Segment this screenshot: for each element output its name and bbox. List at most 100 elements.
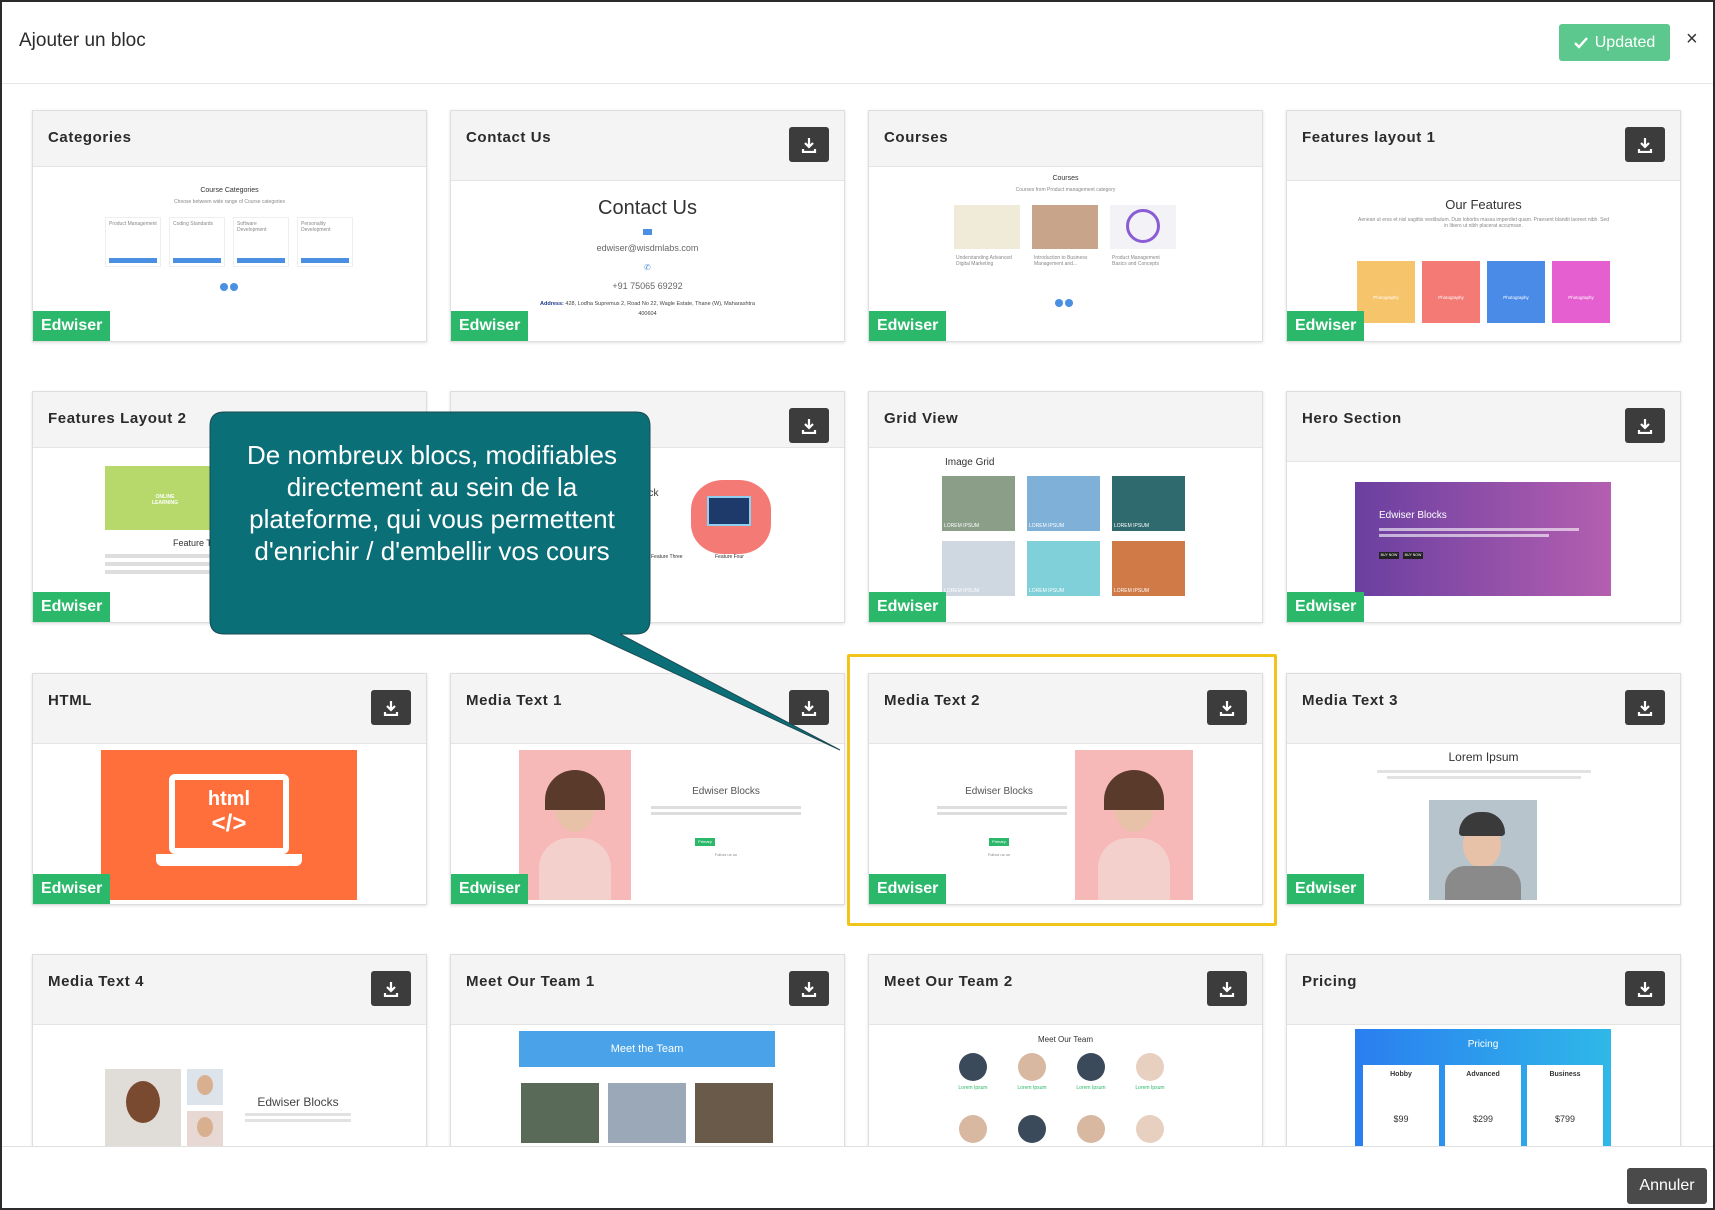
card-title: Grid View (884, 410, 959, 427)
text-line (1377, 770, 1591, 773)
preview-heading: Image Grid (945, 457, 995, 468)
plan-card: Advanced $299 (1445, 1065, 1521, 1146)
grid-image: LOREM IPSUM (942, 476, 1015, 531)
portrait-image (187, 1111, 223, 1146)
download-button[interactable] (1625, 971, 1665, 1006)
card-header: HTML (33, 674, 426, 744)
phone-icon: ✆ (644, 263, 651, 272)
download-button[interactable] (789, 127, 829, 162)
team-avatar (1136, 1053, 1164, 1081)
course-image (1032, 205, 1098, 249)
close-icon[interactable]: × (1686, 28, 1698, 51)
preview-subheading: Aenean ut eros et nisl sagittis vestibul… (1358, 217, 1609, 229)
block-card-courses[interactable]: Courses Courses Courses from Product man… (868, 110, 1263, 342)
preview-illustration (691, 480, 771, 554)
card-header: Media Text 1 (451, 674, 844, 744)
card-title: Hero Section (1302, 410, 1402, 427)
card-header: Courses (869, 111, 1262, 167)
block-card-features-layout-1[interactable]: Features layout 1 Our Features Aenean ut… (1286, 110, 1681, 342)
card-title: Courses (884, 129, 949, 146)
download-button[interactable] (789, 971, 829, 1006)
feature-tile: Photography (1487, 261, 1545, 323)
member-name: Lorem Ipsum (1076, 1085, 1106, 1091)
download-icon (383, 700, 399, 716)
preview-heading: Edwiser Blocks (257, 1095, 339, 1109)
download-button[interactable] (789, 690, 829, 725)
block-card-media-text-1[interactable]: Media Text 1 Edwiser Blocks Primary Foll… (450, 673, 845, 905)
mail-icon (643, 229, 652, 235)
edwiser-badge: Edwiser (1287, 592, 1365, 622)
plan-card: Business $799 (1527, 1065, 1603, 1146)
cancel-button[interactable]: Annuler (1627, 1168, 1707, 1204)
block-preview: Edwiser Blocks (33, 1025, 426, 1146)
download-icon (801, 418, 817, 434)
feature-tile: Photography (1422, 261, 1480, 323)
modal-header: Ajouter un bloc Updated × (2, 2, 1713, 84)
edwiser-badge: Edwiser (1287, 874, 1365, 904)
hero-button: BUY NOW (1379, 552, 1399, 559)
block-card-hero-section[interactable]: Hero Section Edwiser Blocks BUY NOW BUY … (1286, 391, 1681, 623)
laptop-base (156, 854, 302, 866)
card-title: Contact Us (466, 129, 552, 146)
card-header: Media Text 3 (1287, 674, 1680, 744)
download-icon (383, 981, 399, 997)
member-name: Lorem Ipsum (1017, 1085, 1047, 1091)
grid-image: LOREM IPSUM (1027, 541, 1100, 596)
block-card-pricing[interactable]: Pricing Pricing Hobby $99 Advanced $299 … (1286, 954, 1681, 1146)
team-photo (608, 1083, 686, 1143)
text-line (651, 812, 801, 815)
download-button[interactable] (371, 690, 411, 725)
carousel-dot (1065, 299, 1073, 307)
block-card-grid-view[interactable]: Grid View Image Grid LOREM IPSUM LOREM I… (868, 391, 1263, 623)
preview-heading: Course Categories (200, 187, 259, 194)
text-line (1387, 776, 1581, 779)
download-button[interactable] (1207, 971, 1247, 1006)
preview-heading: Pricing (1467, 1039, 1499, 1050)
download-button[interactable] (1625, 408, 1665, 443)
block-card-categories[interactable]: Categories Course Categories Choose betw… (32, 110, 427, 342)
download-button[interactable] (371, 971, 411, 1006)
block-card-media-text-3[interactable]: Media Text 3 Lorem Ipsum Edwiser (1286, 673, 1681, 905)
team-avatar (1136, 1115, 1164, 1143)
text-line (105, 570, 225, 574)
team-avatar (1018, 1115, 1046, 1143)
preview-heading: Edwiser Blocks (1379, 510, 1447, 521)
feature-tile: Photography (1357, 261, 1415, 323)
text-line (105, 562, 225, 566)
block-card-meet-our-team-2[interactable]: Meet Our Team 2 Meet Our Team Lorem Ipsu… (868, 954, 1263, 1146)
grid-image: LOREM IPSUM (1027, 476, 1100, 531)
updated-button[interactable]: Updated (1559, 24, 1670, 61)
text-line (245, 1113, 351, 1116)
preview-email: edwiser@wisdmlabs.com (596, 243, 699, 253)
download-icon (801, 981, 817, 997)
card-header: Hero Section (1287, 392, 1680, 462)
edwiser-badge: Edwiser (869, 592, 947, 622)
preview-heading: Lorem Ipsum (1448, 750, 1519, 764)
block-card-html[interactable]: HTML html </> Edwiser (32, 673, 427, 905)
edwiser-badge: Edwiser (869, 311, 947, 341)
course-title: Understanding Advanced Digital Marketing (956, 255, 1012, 267)
selection-highlight (847, 654, 1277, 926)
team-avatar (959, 1053, 987, 1081)
block-preview: Pricing Hobby $99 Advanced $299 Business… (1287, 1025, 1680, 1146)
team-banner: Meet the Team (519, 1031, 775, 1067)
pricing-banner: Pricing Hobby $99 Advanced $299 Business… (1355, 1029, 1611, 1146)
callout-text: De nombreux blocs, modifiables directeme… (247, 440, 617, 566)
carousel-dot (1055, 299, 1063, 307)
card-header: Features layout 1 (1287, 111, 1680, 181)
preview-subheading: Courses from Product management category (1015, 187, 1116, 193)
portrait-image (187, 1069, 223, 1105)
download-button[interactable] (789, 408, 829, 443)
course-image (1110, 205, 1176, 249)
block-card-meet-our-team-1[interactable]: Meet Our Team 1 Meet the Team (450, 954, 845, 1146)
download-button[interactable] (1625, 690, 1665, 725)
block-card-media-text-4[interactable]: Media Text 4 Edwiser Blocks (32, 954, 427, 1146)
download-icon (801, 137, 817, 153)
text-line (1379, 534, 1549, 537)
download-icon (801, 700, 817, 716)
download-button[interactable] (1625, 127, 1665, 162)
block-preview: Meet Our Team Lorem Ipsum Lorem Ipsum Lo… (869, 1025, 1262, 1146)
block-card-contact-us[interactable]: Contact Us Contact Us edwiser@wisdmlabs.… (450, 110, 845, 342)
preview-item: Coding Standards (169, 217, 225, 267)
preview-item: Product Management (105, 217, 161, 267)
